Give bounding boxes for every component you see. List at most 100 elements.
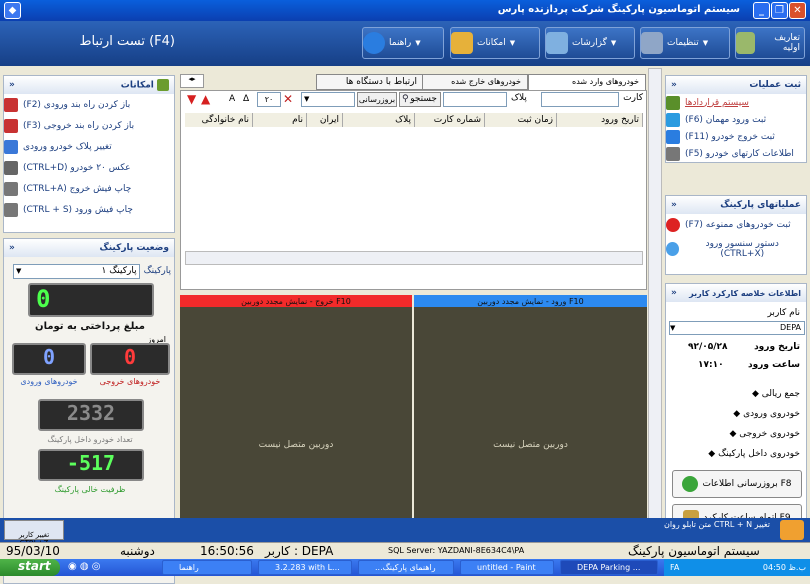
col-date[interactable]: تاریخ ورود [557,113,643,127]
register-item[interactable]: اطلاعات کارتهای خودرو (F5) [666,145,806,162]
user-header[interactable]: اطلاعات خلاصه کارکرد کاربر « [666,284,806,302]
marquee-icon[interactable] [780,520,804,540]
features-header[interactable]: امکانات « [4,76,174,94]
collapse-icon[interactable]: « [9,80,15,90]
tools-icon [736,32,756,54]
task-folder[interactable]: 3.2.283 with L... [258,560,352,575]
card-input[interactable] [541,92,619,107]
filter-dropdown[interactable]: ▼ [301,92,355,107]
exit-camera-title[interactable]: خروج - نمایش مجدد دوربین F10 [180,295,412,307]
grid-body[interactable] [185,127,625,257]
col-card[interactable]: شماره کارت [415,113,485,127]
feature-item[interactable]: چاپ فیش خروج (CTRL+A) [4,178,174,199]
tab-devices[interactable]: ارتباط با دستگاه ها [316,74,424,90]
restore-button[interactable]: ❐ [771,2,788,19]
feature-item-label: چاپ فیش خروج (CTRL+A) [23,183,132,194]
banned-vehicles-item[interactable]: ثبت خودروهای ممنوعه (F7) [666,214,806,235]
collapse-icon[interactable]: « [671,80,677,90]
a-label[interactable]: A [229,94,235,104]
bullet-icon: ◆ [733,409,744,419]
lang-indicator[interactable]: FA [670,563,679,572]
refresh-button[interactable]: بروزرسانی [357,92,397,107]
change-user-button[interactable]: تغییر کاربر CTRL+Z [4,520,64,547]
task-guide[interactable]: ...راهنمای پارکینگ [358,560,454,575]
register-item[interactable]: ثبت ورود مهمان (F6) [666,111,806,128]
delta-label[interactable]: Δ [243,94,249,104]
features-label: امکانات [477,38,506,48]
help-label: راهنما [389,38,412,48]
exit-camera: خروج - نمایش مجدد دوربین F10 دوربین متصل… [180,295,412,542]
feature-item[interactable]: باز کردن راه بند خروجی (F3) [4,115,174,136]
search-button[interactable]: ⚲ جستجو [399,92,441,107]
user-select[interactable]: ▼ DEPA [669,321,805,335]
feature-item[interactable]: تغییر پلاک خودرو ورودی [4,136,174,157]
register-item[interactable]: ثبت خروج خودرو (F11) [666,128,806,145]
register-item[interactable]: سیستم قراردادها [666,94,806,111]
start-button[interactable]: start [0,559,60,576]
define-button[interactable]: تعاریف اولیه [735,27,805,59]
user-stat-label: خودروی داخل پارکینگ [718,449,800,459]
inside-display: 2332 [38,399,144,431]
parking-select[interactable]: پارکینگ ۱ ▼ [13,263,140,279]
col-iran[interactable]: ایران [307,113,343,127]
marquee-hint: تغییر CTRL + N متن تابلو روان [663,520,770,529]
feature-item[interactable]: باز کردن راه بند ورودی (F2) [4,94,174,115]
collapse-icon[interactable]: « [671,200,677,210]
exit-camera-message: دوربین متصل نیست [258,440,334,450]
minimize-button[interactable]: _ [753,2,770,19]
task-help[interactable]: راهنما [162,560,252,575]
task-paint[interactable]: untitled - Paint [460,560,554,575]
close-button[interactable]: ✕ [789,2,806,19]
connection-test[interactable]: (F4) تست ارتباط [5,34,175,49]
parking-status-header[interactable]: وضعیت پارکینگ « [4,239,174,257]
refresh-info-button[interactable]: بروزرسانی اطلاعات F8 [672,470,802,498]
col-time[interactable]: زمان ثبت [485,113,557,127]
vertical-scrollbar[interactable] [648,68,662,542]
tab-scroll-arrows[interactable]: ◂▸ [180,74,204,88]
card-label: کارت [623,93,643,103]
barrier-icon [4,118,18,133]
collapse-icon[interactable]: « [671,288,677,298]
settings-button[interactable]: ▼ تنظیمات [640,27,730,59]
plate-label: پلاک [511,93,527,103]
arrow-down-icon[interactable]: ▼ [187,92,196,106]
taskbar: start ◉ ◍ ◎ راهنما 3.2.283 with L... ...… [0,559,810,576]
feature-item[interactable]: عکس ۲۰ خودرو (CTRL+D) [4,157,174,178]
tab-entered[interactable]: خودروهای وارد شده [528,74,646,90]
entry-camera: ورود - نمایش مجدد دوربین F10 دوربین متصل… [414,295,647,542]
user-stats: جمع ریالی ◆ خودروی ورودی ◆ خودروی خروجی ◆ خ… [708,384,800,464]
entry-sensor-item[interactable]: دستور سنسور ورود (CTRL+X) [666,235,806,263]
arrow-up-icon[interactable]: ▲ [201,92,210,106]
bullet-icon: ◆ [751,389,762,399]
ops-header[interactable]: عملیاتهای پارکینگ « [666,196,806,214]
chevron-down-icon: ▼ [16,267,22,275]
entry-camera-title[interactable]: ورود - نمایش مجدد دوربین F10 [414,295,647,307]
features-icon [451,32,473,54]
collapse-icon[interactable]: « [9,243,15,253]
col-name[interactable]: نام [253,113,307,127]
features-button[interactable]: ▼ امکانات [450,27,540,59]
feature-item-label: تغییر پلاک خودرو ورودی [23,141,112,152]
tab-exited[interactable]: خودروهای خارج شده [422,74,528,90]
feature-item[interactable]: چاپ فیش ورود (CTRL + S) [4,199,174,220]
reports-button[interactable]: ▼ گزارشات [545,27,635,59]
tray-clock: 04:50 ب.ظ [762,563,806,572]
task-depa[interactable]: DEPA Parking ... [560,560,658,575]
col-plate[interactable]: پلاک [343,113,415,127]
camera-icon [4,160,18,175]
exited-display: 0 [90,343,170,375]
help-button[interactable]: ▼ راهنما [362,27,444,59]
features-panel: امکانات « باز کردن راه بند ورودی (F2) باز … [3,75,175,233]
col-lastname[interactable]: نام خانوادگی [185,113,253,127]
count-stepper[interactable]: ۲۰ [257,92,281,107]
horizontal-scrollbar[interactable] [185,251,643,265]
plate-input[interactable] [443,92,507,107]
status-day: دوشنبه [120,544,155,558]
register-header[interactable]: ثبت عملیات « [666,76,806,94]
user-stat-label: جمع ریالی [761,389,800,399]
clear-icon[interactable]: ✕ [283,92,299,107]
quick-launch[interactable]: ◉ ◍ ◎ [68,561,158,574]
register-item-label: سیستم قراردادها [685,97,749,108]
date-label: تاریخ ورود [754,342,800,352]
stop-icon [666,217,680,232]
